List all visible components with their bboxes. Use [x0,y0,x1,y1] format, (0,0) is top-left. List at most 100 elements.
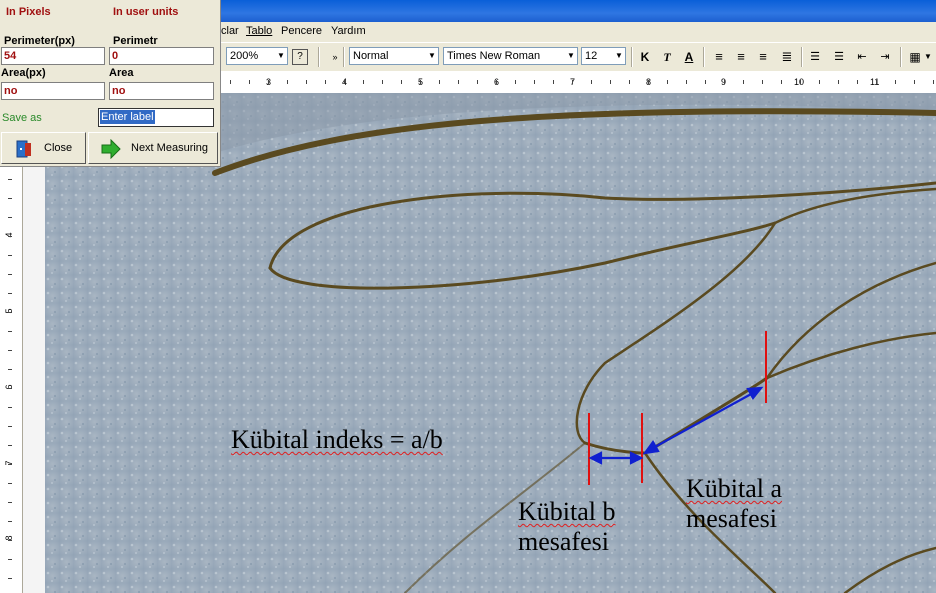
ruler-tick [325,80,326,84]
toolbar-separator [900,47,902,67]
next-measuring-label: Next Measuring [131,142,209,154]
style-value: Normal [353,50,389,62]
toolbar-separator [703,47,705,67]
toolbar-overflow-icon[interactable]: » [326,48,344,66]
vertical-ruler[interactable]: 4 5 6 7 8 [0,93,23,593]
cubital-a-label: Kübital a mesafesi [686,474,782,534]
ruler-tick [8,179,12,180]
bold-button[interactable]: K [636,48,654,66]
increase-indent-icon[interactable]: ⇥ [876,48,894,66]
decrease-indent-icon[interactable]: ⇤ [853,48,871,66]
ruler-tick [287,80,288,84]
menu-item-araclar[interactable]: clar [221,25,239,37]
ruler-tick [8,483,12,484]
ruler-tick [8,293,12,294]
numbered-list-icon[interactable]: ☰ [806,48,824,66]
ruler-tick [8,578,12,579]
zoom-value: 200% [230,50,259,62]
menu-item-yardim[interactable]: Yardım [331,25,366,37]
ruler-tick [591,80,592,84]
ruler-tick [629,80,630,84]
bullet-list-icon[interactable]: ☰ [830,48,848,66]
italic-button[interactable]: T [658,48,676,66]
ruler-tick [762,80,763,84]
cubital-b-label: Kübital b mesafesi [518,497,616,557]
close-button[interactable]: Close [1,132,86,164]
ruler-number: 11 [870,77,880,87]
underline-button[interactable]: A [680,48,698,66]
label-input-text: Enter label [100,110,155,124]
close-door-icon [16,140,31,158]
zoom-select[interactable]: 200% ▼ [226,47,288,65]
toolbar-separator [343,47,345,67]
ruler-number: 6 [4,384,14,390]
align-right-icon[interactable]: ≡ [754,48,772,66]
chevron-down-icon: ▼ [567,51,575,60]
area-field[interactable]: no [109,82,214,100]
in-user-units-heading: In user units [113,6,179,18]
perimeter-px-field[interactable]: 54 [1,47,105,65]
ruler-tick [344,80,345,84]
ruler-tick [819,80,820,84]
perimeter-px-label: Perimeter(px) [4,35,75,47]
cubital-index-label: Kübital indeks = a/b [231,425,443,455]
ruler-tick [648,80,649,84]
chevron-down-icon[interactable]: ▼ [923,48,933,66]
ruler-tick [857,80,858,84]
ruler-tick [8,464,12,465]
ruler-number: 4 [4,232,14,238]
ruler-tick [8,388,12,389]
ruler-tick [838,80,839,84]
ruler-tick [8,217,12,218]
ruler-tick [458,80,459,84]
menu-item-tablo[interactable]: Tablo [246,25,272,37]
style-select[interactable]: Normal ▼ [349,47,439,65]
cubital-b-line2: mesafesi [518,527,609,556]
page-margin [23,93,45,593]
borders-icon[interactable]: ▦ [906,48,924,66]
align-center-icon[interactable]: ≡ [732,48,750,66]
ruler-tick [8,198,12,199]
ruler-tick [382,80,383,84]
label-input[interactable]: Enter label [98,108,214,127]
ruler-tick [914,80,915,84]
cubital-b-line1: Kübital b [518,497,616,526]
help-icon[interactable]: ? [292,49,308,65]
in-pixels-heading: In Pixels [6,6,51,18]
ruler-tick [515,80,516,84]
ruler-tick [686,80,687,84]
ruler-tick [610,80,611,84]
ruler-tick [8,274,12,275]
toolbar-separator [631,47,633,67]
ruler-tick [743,80,744,84]
ruler-tick [933,80,934,84]
ruler-tick [8,407,12,408]
ruler-tick [895,80,896,84]
font-size-value: 12 [585,50,598,62]
ruler-tick [667,80,668,84]
font-size-select[interactable]: 12 ▼ [581,47,626,65]
menu-item-pencere[interactable]: Pencere [281,25,322,37]
ruler-tick [477,80,478,84]
perimeter-field[interactable]: 0 [109,47,214,65]
justify-icon[interactable]: ≣ [778,48,796,66]
font-select[interactable]: Times New Roman ▼ [443,47,578,65]
ruler-tick [439,80,440,84]
ruler-tick [401,80,402,84]
align-left-icon[interactable]: ≡ [710,48,728,66]
ruler-tick [306,80,307,84]
font-value: Times New Roman [447,50,541,62]
measuring-dialog: In Pixels In user units Perimeter(px) Pe… [0,0,221,167]
ruler-tick [8,540,12,541]
ruler-tick [249,80,250,84]
wing-photo[interactable]: Kübital indeks = a/b Kübital b mesafesi … [45,93,936,593]
ruler-tick [553,80,554,84]
ruler-tick [800,80,801,84]
arrow-right-icon [101,139,121,159]
chevron-down-icon: ▼ [277,51,285,60]
area-px-field[interactable]: no [1,82,105,100]
ruler-tick [8,369,12,370]
toolbar-separator [318,47,320,67]
toolbar-separator [801,47,803,67]
next-measuring-button[interactable]: Next Measuring [88,132,218,164]
